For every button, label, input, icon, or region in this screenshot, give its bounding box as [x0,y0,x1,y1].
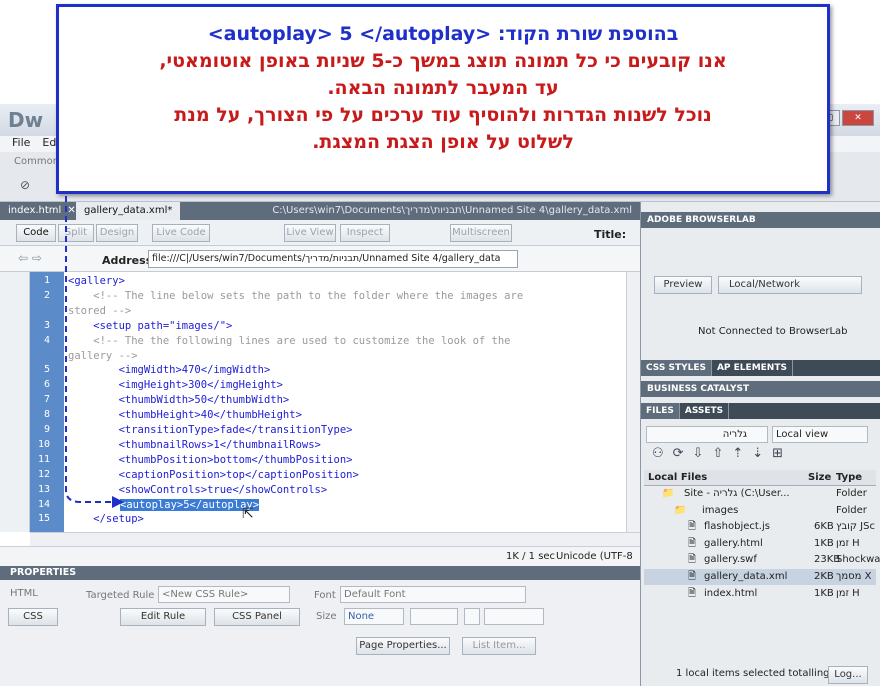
back-forward-icon[interactable]: ⇦ ⇨ [18,251,42,265]
log-button[interactable]: Log... [828,666,868,684]
file-size: 6KB [814,521,834,533]
site-select[interactable]: גלריה [646,426,768,443]
files-column-header: Local Files Size Type [644,470,876,486]
file-size: 2KB [814,571,834,582]
file-icon: 🗎 [688,587,697,599]
file-icon: 🗎 [688,537,697,549]
file-icon: 🗎 [688,571,697,582]
horizontal-scrollbar[interactable] [30,532,640,546]
files-status: 1 local items selected totalling [676,668,830,679]
callout-line-1: בהוספת שורת הקוד: <autoplay> 5 </autopla… [207,23,679,45]
css-mode-button[interactable]: CSS [8,608,58,626]
text-cursor-icon: ⇱ [242,506,254,522]
file-type: קובץ JSc [836,521,875,533]
file-row[interactable]: 🗎 index.html 1KB זמן H [644,586,876,602]
address-input[interactable]: file:///C|/Users/win7/Documents/תבניות/מ… [148,250,518,268]
inspect-button[interactable]: Inspect [340,224,390,242]
font-label: Font [314,590,336,601]
callout-line-3: עד המעבר לתמונה הבאה. [327,77,559,99]
business-catalyst-header[interactable]: BUSINESS CATALYST [641,381,880,397]
size-label: Size [316,611,337,622]
file-row[interactable]: 🗎 gallery_data.xml 2KB מסמך X [644,569,876,585]
file-row[interactable]: 🗎 flashobject.js 6KB קובץ JSc [644,519,876,535]
size-unit-select[interactable] [410,608,458,625]
html-mode-button[interactable]: HTML [10,588,38,599]
code-line-highlighted[interactable]: <autoplay>5</autoplay> [120,498,260,511]
file-type: זמן H [836,587,860,599]
live-code-button[interactable]: Live Code [152,224,210,242]
targeted-rule-select[interactable]: <New CSS Rule> [158,586,290,603]
file-name: gallery.html [704,537,763,549]
file-size: 1KB [814,537,834,549]
file-name: Site - גלריה (C:\User... [684,488,790,499]
code-line[interactable]: <!-- The the following lines are used to… [68,335,510,347]
status-bar: 1K / 1 sec Unicode (UTF-8 [0,546,640,566]
file-type: זמן H [836,537,860,549]
file-row[interactable]: 📁 images Folder [644,503,876,519]
file-type: Folder [836,488,867,499]
file-row[interactable]: 🗎 gallery.html 1KB זמן H [644,536,876,552]
preview-button[interactable]: Preview [654,276,712,294]
folder-icon: 📁 [674,504,687,516]
file-type: Folder [836,504,867,516]
size-select[interactable]: None [344,608,404,625]
multiscreen-button[interactable]: Multiscreen [450,224,512,242]
list-item-button[interactable]: List Item... [462,637,536,655]
properties-panel [0,566,640,686]
css-panel-button[interactable]: CSS Panel [214,608,300,626]
color-input[interactable] [484,608,544,625]
file-name: flashobject.js [704,521,770,533]
browserlab-status: Not Connected to BrowserLab [698,326,848,337]
edit-rule-button[interactable]: Edit Rule [120,608,206,626]
tab-css-styles[interactable]: CSS STYLES [641,360,712,376]
right-panel-group [640,202,880,686]
callout-line-5: לשלוט על אופן הצגת המצגת. [312,131,574,153]
file-icon: 🗎 [688,554,697,566]
code-line[interactable]: <!-- The line below sets the path to the… [68,290,523,302]
targeted-rule-label: Targeted Rule [86,590,155,601]
annotation-callout: בהוספת שורת הקוד: <autoplay> 5 </autopla… [56,4,830,194]
code-editor[interactable]: <gallery> <!-- The line below sets the p… [66,272,626,532]
close-button[interactable]: ✕ [842,110,874,126]
page-properties-button[interactable]: Page Properties... [356,637,450,655]
menu-file[interactable]: File [12,136,30,149]
vertical-scrollbar[interactable] [626,272,640,532]
location-select[interactable]: Local/Network [718,276,862,294]
browserlab-header[interactable]: ADOBE BROWSERLAB [641,212,880,228]
file-row[interactable]: 🗎 gallery.swf 23KB Shockwa [644,552,880,568]
file-name: gallery.swf [704,554,757,566]
callout-arrow [65,196,124,508]
file-row[interactable]: 📁 Site - גלריה (C:\User... Folder [644,486,876,502]
font-select[interactable]: Default Font [340,586,526,603]
view-select[interactable]: Local view [772,426,868,443]
coding-toolbar [0,272,30,532]
tab-assets[interactable]: ASSETS [680,403,730,419]
insert-tab-common[interactable]: Common [14,156,59,167]
files-toolbar-icons[interactable]: ⚇⟳⇩⇧⇡⇣⊞ [652,446,792,461]
callout-line-4: נוכל לשנות הגדרות ולהוסיף עוד ערכים על פ… [174,104,712,126]
tab-files[interactable]: FILES [641,403,680,419]
color-swatch[interactable] [464,608,480,625]
file-name: images [702,504,739,516]
document-path: C:\Users\win7\Documents\תבניות\מדריך\Unn… [272,205,632,216]
folder-icon: 📁 [662,488,675,499]
dreamweaver-logo: Dw [8,108,44,132]
download-size: 1K / 1 sec [506,551,556,562]
hyperlink-icon[interactable]: ⊘ [20,178,30,192]
properties-header: PROPERTIES [0,566,640,580]
tab-ap-elements[interactable]: AP ELEMENTS [712,360,793,376]
file-name: index.html [704,587,758,599]
file-size: 1KB [814,587,834,599]
encoding: Unicode (UTF-8 [556,551,633,562]
file-type: Shockwa [836,554,880,566]
file-icon: 🗎 [688,521,697,533]
file-name: gallery_data.xml [704,571,788,582]
css-panel-tabs: CSS STYLES AP ELEMENTS [641,360,880,376]
callout-line-2: אנו קובעים כי כל תמונה תוצג במשך כ-5 שני… [159,50,727,72]
live-view-button[interactable]: Live View [284,224,336,242]
files-panel-tabs: FILES ASSETS [641,403,880,419]
file-type: מסמך X [836,571,872,582]
title-label: Title: [594,228,627,241]
